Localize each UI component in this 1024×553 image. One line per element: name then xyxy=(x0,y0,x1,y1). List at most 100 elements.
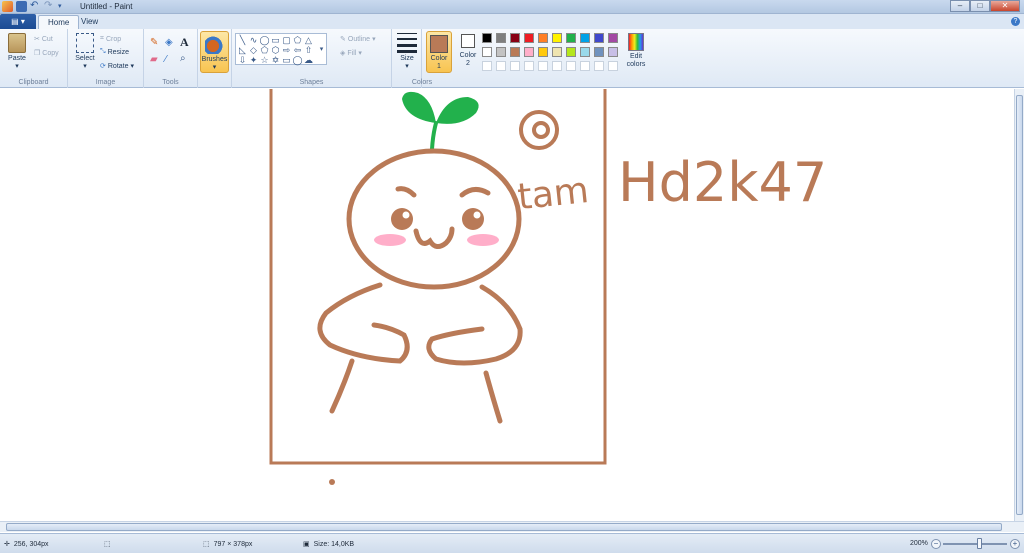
custom-color-slot[interactable] xyxy=(594,61,604,71)
drawing-canvas[interactable]: tam Hd2k47 xyxy=(0,89,1014,521)
color-swatch[interactable] xyxy=(608,47,618,57)
custom-color-slot[interactable] xyxy=(482,61,492,71)
custom-color-slot[interactable] xyxy=(608,61,618,71)
custom-color-slot[interactable] xyxy=(496,61,506,71)
five-point-star-shape-icon[interactable]: ☆ xyxy=(259,55,270,66)
horizontal-scrollbar[interactable] xyxy=(0,521,1024,532)
tools-group-label: Tools xyxy=(162,79,179,86)
size-button[interactable]: Size ▾ xyxy=(395,33,419,70)
custom-color-slot[interactable] xyxy=(566,61,576,71)
copy-button[interactable]: ❐ Copy xyxy=(34,49,59,58)
pencil-icon[interactable]: ✎ xyxy=(150,37,158,48)
at-symbol-inner xyxy=(532,121,550,139)
shapes-scroll-icon[interactable]: ▾ xyxy=(316,44,327,55)
color-swatch[interactable] xyxy=(608,33,618,43)
color2-label: Color 2 xyxy=(459,52,477,67)
color-swatch[interactable] xyxy=(510,33,520,43)
left-arm xyxy=(317,282,410,364)
clipboard-icon xyxy=(8,33,26,53)
resize-button[interactable]: ⤡ Resize xyxy=(100,48,129,56)
save-icon[interactable] xyxy=(16,1,27,12)
zoom-slider[interactable] xyxy=(943,543,1007,545)
edit-colors-button[interactable]: Edit colors xyxy=(622,33,650,69)
custom-color-slot[interactable] xyxy=(510,61,520,71)
fill-bucket-icon[interactable]: ◈ xyxy=(165,37,173,48)
eraser-icon[interactable]: ▰ xyxy=(150,54,158,65)
chevron-down-icon: ▾ xyxy=(130,63,135,70)
callout-shape-icon[interactable]: ▭ xyxy=(281,55,292,66)
file-menu-button[interactable]: ▤ ▾ xyxy=(0,14,36,29)
paste-button[interactable]: Paste ▾ xyxy=(4,33,30,70)
colors-group-label: Colors xyxy=(411,79,433,86)
color-swatch[interactable] xyxy=(482,33,492,43)
maximize-button[interactable]: □ xyxy=(970,0,990,12)
custom-color-slot[interactable] xyxy=(538,61,548,71)
cloud-callout-shape-icon[interactable]: ☁ xyxy=(303,55,314,66)
down-arrow-shape-icon[interactable]: ⇩ xyxy=(237,55,248,66)
color-swatch[interactable] xyxy=(566,47,576,57)
color-swatch[interactable] xyxy=(524,47,534,57)
color-swatch[interactable] xyxy=(524,33,534,43)
oval-callout-shape-icon[interactable]: ◯ xyxy=(292,55,303,66)
select-button[interactable]: Select ▾ xyxy=(73,33,97,70)
canvas-size: ⬚ 797 × 378px xyxy=(203,540,252,549)
magnifier-icon[interactable]: ⌕ xyxy=(180,53,186,64)
color-swatch[interactable] xyxy=(538,33,548,43)
color-swatch[interactable] xyxy=(482,47,492,57)
color-swatch[interactable] xyxy=(538,47,548,57)
fill-button[interactable]: ◈ Fill ▾ xyxy=(340,49,362,58)
custom-color-slot[interactable] xyxy=(524,61,534,71)
color-swatch[interactable] xyxy=(594,33,604,43)
text-tool-icon[interactable]: A xyxy=(180,35,189,50)
horizontal-scroll-thumb[interactable] xyxy=(6,523,1002,531)
canvas-work-area[interactable]: tam Hd2k47 xyxy=(0,89,1014,521)
color-picker-icon[interactable]: ⁄ xyxy=(165,54,167,65)
color-swatch[interactable] xyxy=(496,47,506,57)
color1-button[interactable]: Color 1 xyxy=(426,31,452,73)
color-swatch[interactable] xyxy=(496,33,506,43)
left-eye xyxy=(391,208,413,230)
right-leg xyxy=(483,370,503,424)
color-swatch[interactable] xyxy=(566,33,576,43)
vertical-scroll-thumb[interactable] xyxy=(1016,95,1023,515)
custom-color-slot[interactable] xyxy=(552,61,562,71)
drawn-frame xyxy=(269,89,607,465)
window-controls: – □ ✕ xyxy=(950,0,1020,12)
select-label: Select xyxy=(75,55,95,62)
left-leg xyxy=(329,358,355,414)
minimize-button[interactable]: – xyxy=(950,0,970,12)
color-swatch[interactable] xyxy=(552,47,562,57)
redo-icon[interactable]: ↷ xyxy=(44,1,55,12)
zoom-out-button[interactable]: − xyxy=(931,539,941,549)
four-point-star-shape-icon[interactable]: ✦ xyxy=(248,55,259,66)
vertical-scrollbar[interactable] xyxy=(1014,89,1024,521)
color2-button[interactable]: Color 2 xyxy=(455,34,481,68)
undo-icon[interactable]: ↶ xyxy=(30,1,41,12)
outline-label: Outline xyxy=(347,35,371,43)
color2-swatch xyxy=(461,34,475,48)
color-swatch[interactable] xyxy=(580,33,590,43)
zoom-in-button[interactable]: + xyxy=(1010,539,1020,549)
cursor-position: ✛ 256, 304px xyxy=(4,540,49,549)
six-point-star-shape-icon[interactable]: ✡ xyxy=(270,55,281,66)
zoom-slider-thumb[interactable] xyxy=(977,538,982,549)
color-swatch[interactable] xyxy=(594,47,604,57)
right-eye-highlight xyxy=(473,211,481,219)
customize-qat-icon[interactable]: ▾ xyxy=(58,1,69,12)
rotate-button[interactable]: ⟳ Rotate ▾ xyxy=(100,62,135,71)
selection-size: ⬚ xyxy=(104,540,115,548)
close-button[interactable]: ✕ xyxy=(990,0,1020,12)
handwriting-code: Hd2k47 xyxy=(618,151,827,214)
tab-view[interactable]: View xyxy=(72,15,107,29)
custom-color-slot[interactable] xyxy=(580,61,590,71)
outline-button[interactable]: ✎ Outline ▾ xyxy=(340,35,376,44)
color-swatch[interactable] xyxy=(552,33,562,43)
cut-button[interactable]: ✂ Cut xyxy=(34,35,53,44)
color-swatch[interactable] xyxy=(580,47,590,57)
brushes-button[interactable]: Brushes ▾ xyxy=(200,31,229,73)
paint-app-icon[interactable] xyxy=(2,1,13,12)
brushes-label: Brushes xyxy=(201,56,228,63)
crop-button[interactable]: ⌗ Crop xyxy=(100,35,121,43)
help-icon[interactable]: ? xyxy=(1011,17,1020,26)
color-swatch[interactable] xyxy=(510,47,520,57)
